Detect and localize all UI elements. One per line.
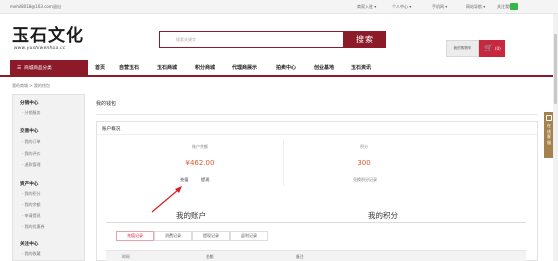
nav-item[interactable]: 玉石资讯 — [351, 60, 371, 77]
tab-record[interactable]: 提现记录 — [192, 231, 230, 241]
table-header-cell: 金额 — [206, 254, 214, 259]
nav-item[interactable]: 创业基地 — [314, 60, 334, 77]
page-title: 我的钱包 — [96, 101, 117, 107]
balance-value: ¥462.00 — [185, 159, 215, 167]
category-menu-label: 商城商品分类 — [24, 66, 52, 71]
top-bar: mehil8018@163.com 退出 商家入驻 ▾ 个人中心 ▾ 手机网 ▾ 网站… — [0, 0, 558, 14]
nav-item[interactable]: 代理商展示 — [232, 60, 257, 77]
cart-count: (0) — [495, 46, 501, 51]
sidebar-group-title: 交易中心 — [20, 129, 39, 134]
search-button[interactable]: 搜索 — [344, 31, 386, 48]
points-record-link[interactable]: 兑换积分记录 — [353, 177, 377, 183]
divider — [283, 140, 284, 186]
sidebar-link[interactable]: · 退款管理 — [22, 162, 41, 168]
cart-icon: 🛒 — [484, 44, 493, 52]
sidebar — [12, 94, 85, 261]
my-cart-button[interactable]: 我的购物车 — [446, 40, 479, 57]
header: 玉石文化 www.yushiwenhua.cc 搜索关键字 搜索 我的购物车 🛒… — [0, 14, 558, 60]
nav-item[interactable]: 首页 — [95, 60, 105, 77]
nav-item[interactable]: 自营玉石 — [119, 60, 139, 77]
table-header-cell: 时间 — [122, 254, 130, 259]
nav-item[interactable]: 积分商城 — [195, 60, 215, 77]
main-nav: ☰ 商城商品分类 首页 自营玉石 玉石商城 积分商城 代理商展示 拍卖中心 创业基地 玉石资讯 — [0, 60, 558, 77]
sidebar-link[interactable]: · 我的评价 — [22, 151, 41, 157]
topbar-link[interactable]: 手机网 ▾ — [432, 0, 447, 14]
topbar-link[interactable]: 网站导航 ▾ — [466, 0, 485, 14]
nav-item[interactable]: 拍卖中心 — [276, 60, 296, 77]
site-logo-url: www.yushiwenhua.cc — [14, 46, 66, 51]
user-email: mehil8018@163.com — [10, 4, 53, 9]
page: mehil8018@163.com 退出 商家入驻 ▾ 个人中心 ▾ 手机网 ▾ 网站… — [0, 0, 558, 261]
account-overview-heading: 账户概况 — [102, 127, 121, 132]
points-label: 积分 — [360, 144, 368, 149]
records-table-header: 时间 金额 备注 — [106, 250, 526, 261]
divider — [97, 134, 537, 135]
sidebar-link[interactable]: · 我的优惠券 — [22, 224, 45, 230]
sidebar-link[interactable]: · 我的余额 — [22, 202, 41, 208]
sidebar-link[interactable]: · 我的订单 — [22, 139, 41, 145]
page-scrollbar[interactable] — [553, 14, 558, 261]
sidebar-link[interactable]: · 申请提现 — [22, 213, 41, 219]
logout-link[interactable]: 退出 — [53, 0, 61, 14]
sidebar-group-title: 资产中心 — [20, 182, 39, 187]
topbar-link[interactable]: 商家入驻 ▾ — [357, 0, 376, 14]
balance-label: 账户余额 — [192, 144, 208, 149]
withdraw-link[interactable]: 提现 — [201, 177, 209, 183]
breadcrumb: 我的商城 > 我的钱包 — [12, 83, 50, 88]
sidebar-link[interactable]: · 分销服务 — [22, 110, 41, 116]
divider — [106, 222, 526, 223]
topbar-link[interactable]: 个人中心 ▾ — [392, 0, 411, 14]
sidebar-group-title: 分销中心 — [20, 101, 39, 106]
sidebar-link[interactable]: · 我的收藏 — [22, 251, 41, 257]
my-account-heading: 我的账户 — [176, 211, 206, 220]
wechat-icon[interactable] — [510, 3, 518, 10]
tab-record[interactable]: 充值记录 — [116, 231, 154, 241]
points-value: 300 — [357, 159, 371, 167]
service-icon — [546, 115, 552, 121]
category-menu-button[interactable]: ☰ 商城商品分类 — [10, 60, 88, 77]
cart-button[interactable]: 🛒 (0) — [479, 40, 505, 57]
scrollbar-thumb[interactable] — [554, 34, 557, 104]
site-logo[interactable]: 玉石文化 — [12, 26, 84, 46]
search-placeholder: 搜索关键字 — [176, 37, 196, 42]
tab-record[interactable]: 返利记录 — [230, 231, 268, 241]
my-points-heading: 我的积分 — [368, 211, 398, 220]
nav-item[interactable]: 玉石商城 — [157, 60, 177, 77]
tab-record[interactable]: 消费记录 — [154, 231, 192, 241]
divider — [96, 114, 538, 115]
table-header-cell: 备注 — [296, 254, 304, 259]
sidebar-group-title: 关注中心 — [20, 242, 39, 247]
menu-icon: ☰ — [17, 66, 22, 71]
sidebar-link[interactable]: · 我的积分 — [22, 191, 41, 197]
search-input[interactable]: 搜索关键字 — [159, 31, 344, 48]
online-service-label: 在线客服 — [547, 123, 551, 145]
